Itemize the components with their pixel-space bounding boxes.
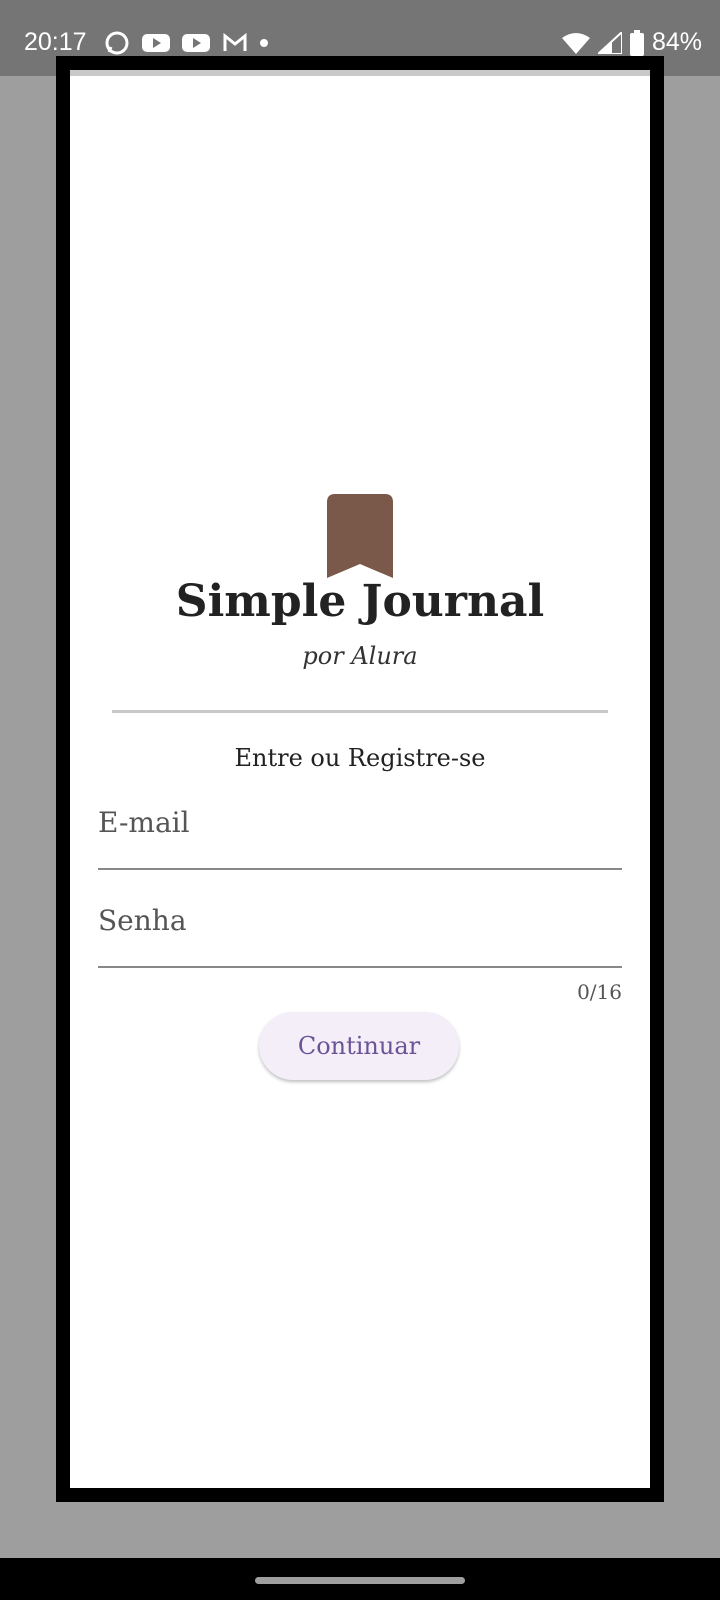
battery-percentage: 84%: [651, 28, 702, 56]
gmail-icon: [223, 32, 247, 51]
youtube-icon: [142, 34, 170, 52]
login-screen: Simple Journal por Alura Entre ou Regist…: [70, 70, 650, 1488]
email-label: E-mail: [98, 806, 190, 839]
continue-button[interactable]: Continuar: [259, 1012, 459, 1080]
navigation-bar: [0, 1558, 720, 1600]
password-field[interactable]: Senha: [98, 886, 622, 968]
notification-icons: [104, 30, 268, 56]
password-label: Senha: [98, 904, 187, 937]
battery-icon: [629, 29, 644, 56]
app-title: Simple Journal: [175, 576, 545, 627]
signal-icon: [597, 31, 622, 54]
system-icons: 84%: [561, 28, 702, 57]
password-character-counter: 0/16: [577, 980, 622, 1004]
whatsapp-icon: [105, 31, 129, 55]
wifi-icon: [561, 32, 590, 54]
home-gesture-handle[interactable]: [255, 1577, 465, 1584]
email-field[interactable]: E-mail: [98, 788, 622, 870]
divider: [112, 710, 608, 713]
app-subtitle: por Alura: [302, 642, 418, 670]
status-time: 20:17: [24, 28, 87, 56]
login-prompt: Entre ou Registre-se: [234, 744, 486, 772]
bookmark-icon: [327, 494, 393, 578]
youtube-icon: [182, 34, 210, 52]
notification-dot-icon: [260, 39, 268, 47]
